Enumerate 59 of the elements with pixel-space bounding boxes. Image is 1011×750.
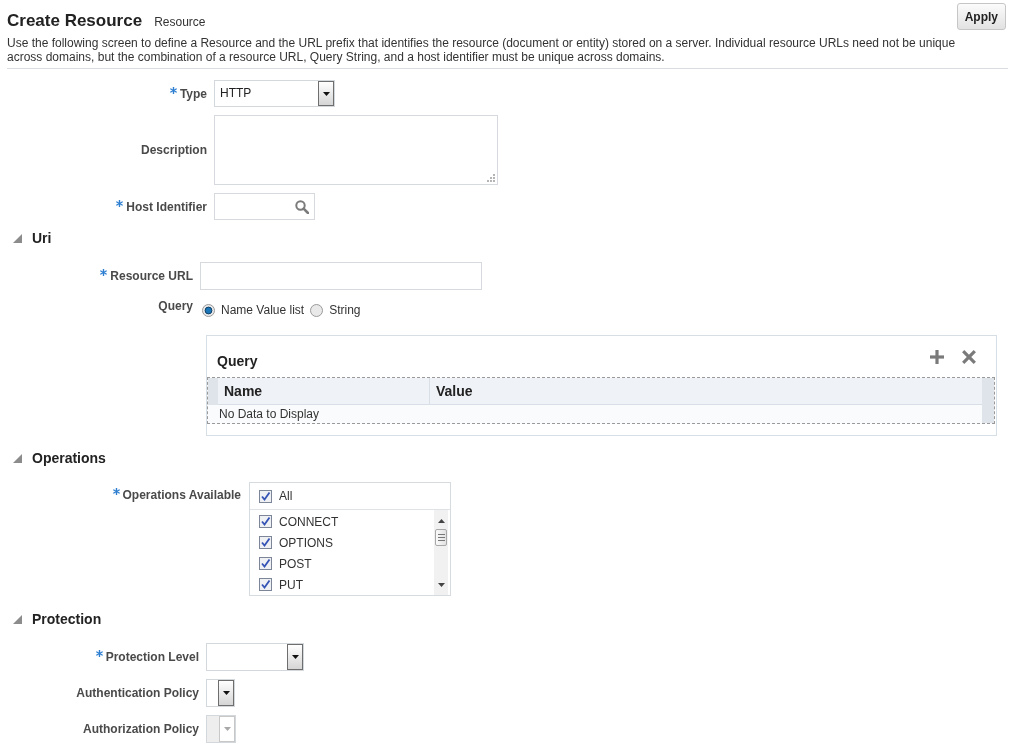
empty-table-message: No Data to Display <box>218 406 321 423</box>
expand-triangle-icon[interactable] <box>13 453 22 463</box>
checkbox-icon[interactable] <box>259 515 272 528</box>
field-label: Authentication Policy <box>76 686 199 700</box>
scroll-down-arrow-icon[interactable] <box>437 583 445 587</box>
expand-triangle-icon[interactable] <box>13 233 22 243</box>
expand-triangle-icon[interactable] <box>13 614 22 624</box>
dropdown-field[interactable] <box>206 679 235 707</box>
section-title: Operations <box>32 450 106 466</box>
dropdown-button[interactable] <box>287 644 303 670</box>
scroll-up-arrow-icon[interactable] <box>437 519 445 523</box>
page-description: Use the following screen to define a Resource and the URL prefix that identifies the resource (document or entity) stored on a server. Individual resource URLs need not be unique across domains, but the combination of a resource URL, Query String, and a host identifier must be unique across domains. <box>7 36 957 64</box>
section-title: Protection <box>32 611 102 627</box>
radio-button-icon[interactable] <box>202 303 215 317</box>
scrollbar-gutter <box>982 378 994 423</box>
scrollbar-thumb[interactable] <box>435 529 447 546</box>
dropdown-button[interactable] <box>218 680 234 706</box>
checkbox-icon[interactable] <box>259 536 272 549</box>
column-header[interactable]: Value <box>430 378 982 405</box>
checkbox-option[interactable]: PUT <box>250 574 434 595</box>
section-title: Uri <box>32 230 52 246</box>
field-label: Resource URL <box>110 269 193 283</box>
search-field[interactable] <box>214 193 315 220</box>
radio-option[interactable]: Name Value list <box>200 303 305 317</box>
page-title: Create Resource <box>7 11 143 31</box>
panel-title: Query <box>217 352 258 369</box>
dropdown-field[interactable]: HTTP <box>214 80 335 107</box>
checkbox-option[interactable]: All <box>250 483 450 509</box>
checkbox-option[interactable]: POST <box>250 553 434 574</box>
field-label: Protection Level <box>105 650 199 664</box>
checkbox-option[interactable]: OPTIONS <box>250 532 434 553</box>
caret-down-icon <box>291 655 299 659</box>
caret-down-icon <box>223 727 231 731</box>
field-label: Description <box>141 143 207 157</box>
field-label: Type <box>179 86 207 101</box>
grip-lines-icon <box>437 534 445 541</box>
radio-button-icon[interactable] <box>310 303 324 317</box>
caret-down-icon <box>322 91 330 96</box>
dropdown-button[interactable] <box>318 81 334 106</box>
apply-button[interactable]: Apply <box>956 3 1006 30</box>
field-label: Operations Available <box>122 488 241 502</box>
search-icon[interactable] <box>295 199 309 214</box>
radio-option[interactable]: String <box>308 303 361 317</box>
caret-down-icon <box>222 691 230 695</box>
checkbox-icon[interactable] <box>259 557 272 570</box>
scrollbar[interactable] <box>434 510 448 595</box>
column-header[interactable]: Name <box>218 378 430 405</box>
resize-grip-icon[interactable] <box>486 173 495 182</box>
field-label: Query <box>158 299 193 313</box>
text-input-field[interactable] <box>200 262 482 290</box>
checkbox-icon[interactable] <box>259 489 272 503</box>
checkbox-icon[interactable] <box>259 578 272 591</box>
delete-icon[interactable] <box>962 349 976 364</box>
add-icon[interactable] <box>930 349 944 364</box>
page-subtitle: Resource <box>154 15 206 29</box>
checkbox-option[interactable]: CONNECT <box>250 511 434 532</box>
field-label: Host Identifier <box>126 199 207 214</box>
field-label: Authorization Policy <box>83 722 199 736</box>
dropdown-field[interactable] <box>206 643 304 671</box>
